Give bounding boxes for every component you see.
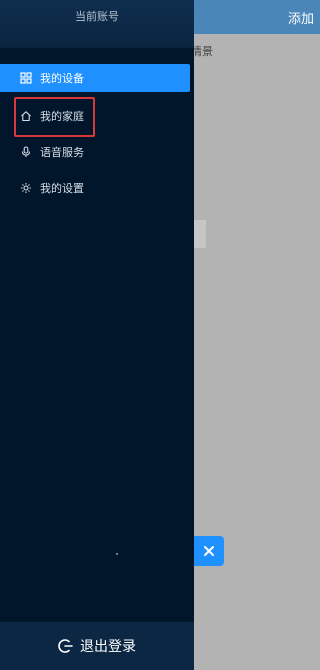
microphone-icon [20, 146, 32, 158]
gear-icon [20, 182, 32, 194]
close-drawer-button[interactable] [194, 536, 224, 566]
menu-item-my-devices[interactable]: 我的设备 [0, 64, 190, 92]
account-title: 当前账号 [75, 10, 119, 23]
logout-icon [58, 638, 74, 654]
menu-item-label: 语音服务 [40, 146, 84, 159]
menu-item-label: 我的设备 [40, 72, 84, 85]
add-button[interactable]: 添加 [288, 8, 314, 27]
background-card [194, 220, 206, 248]
logout-label: 退出登录 [80, 639, 136, 655]
drawer-header: 当前账号 [0, 0, 194, 48]
close-icon [204, 546, 214, 556]
menu-item-label: 我的设置 [40, 182, 84, 195]
decorative-dot [116, 553, 118, 555]
menu-item-my-settings[interactable]: 我的设置 [0, 174, 84, 202]
logout-button[interactable]: 退出登录 [0, 622, 194, 670]
highlight-box [14, 97, 95, 137]
menu-item-voice-service[interactable]: 语音服务 [0, 138, 84, 166]
navigation-drawer: 当前账号 我的设备 我的家庭 语音服务 我的设置 退出登录 [0, 0, 194, 670]
grid-icon [20, 72, 32, 84]
